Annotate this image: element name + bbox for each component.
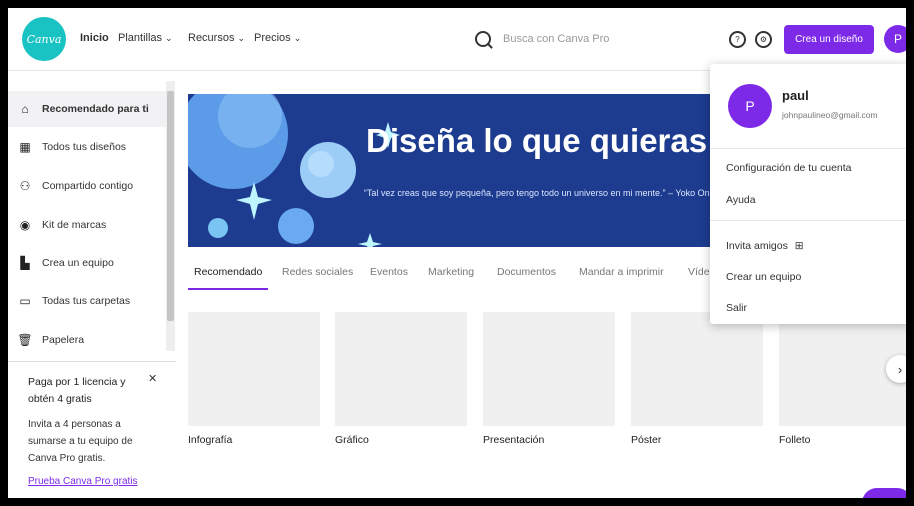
promo-body: Invita a 4 personas a sumarse a tu equip… — [28, 419, 133, 464]
home-icon: ⌂ — [21, 102, 29, 116]
team-icon: ▙ — [20, 256, 30, 270]
promo-title: Paga por 1 licencia y obtén 4 gratis — [28, 376, 126, 405]
gift-icon: ⊞ — [794, 240, 804, 252]
card-label[interactable]: Folleto — [779, 434, 811, 446]
app-window: Canva Inicio Plantillas ⌄ Recursos ⌄ Pre… — [8, 8, 906, 498]
template-card-poster[interactable] — [631, 312, 763, 426]
sidebar-item-label: Crea un equipo — [42, 257, 114, 269]
nav-precios[interactable]: Precios ⌄ — [254, 32, 301, 44]
search-input[interactable] — [501, 32, 695, 46]
sidebar-item-label: Todas tus carpetas — [42, 295, 131, 307]
help-icon[interactable]: ? — [729, 31, 746, 48]
banner-title: Diseña lo que quieras — [366, 122, 708, 159]
divider — [710, 148, 906, 149]
sidebar-scrollbar[interactable] — [166, 81, 175, 351]
card-label[interactable]: Póster — [631, 434, 661, 446]
nav-label: Inicio — [80, 32, 109, 44]
avatar[interactable]: P — [884, 25, 906, 53]
nav-label: Plantillas — [118, 32, 163, 44]
user-email: johnpaulineo@gmail.com — [782, 110, 878, 120]
folder-icon: ▭ — [19, 294, 31, 308]
tab-recomendado[interactable]: Recomendado — [194, 266, 262, 278]
canva-logo[interactable]: Canva — [22, 17, 66, 61]
top-bar: Canva Inicio Plantillas ⌄ Recursos ⌄ Pre… — [8, 8, 906, 71]
sidebar-item-todos-disenos[interactable]: ▦ Todos tus diseños — [8, 129, 166, 165]
template-card-presentacion[interactable] — [483, 312, 615, 426]
tab-marketing[interactable]: Marketing — [428, 266, 474, 278]
chevron-down-icon: ⌄ — [293, 32, 302, 43]
nav-recursos[interactable]: Recursos ⌄ — [188, 32, 245, 44]
create-design-button[interactable]: Crea un diseño — [784, 25, 874, 54]
sidebar-item-carpetas[interactable]: ▭ Todas tus carpetas — [8, 283, 166, 319]
search-bar — [467, 22, 707, 56]
tab-eventos[interactable]: Eventos — [370, 266, 408, 278]
category-tabs: Recomendado Redes sociales Eventos Marke… — [188, 266, 715, 292]
nav-label: Precios — [254, 32, 291, 44]
card-label[interactable]: Gráfico — [335, 434, 369, 446]
tab-mandar-imprimir[interactable]: Mandar a imprimir — [579, 266, 664, 278]
menu-item-ayuda[interactable]: Ayuda — [726, 194, 756, 206]
menu-item-configuracion[interactable]: Configuración de tu cuenta — [726, 162, 852, 174]
brand-kit-icon: ◉ — [19, 218, 31, 232]
menu-item-invita-amigos[interactable]: Invita amigos ⊞ — [726, 240, 804, 252]
chevron-right-icon[interactable]: › — [886, 355, 906, 383]
card-label[interactable]: Infografía — [188, 434, 232, 446]
grid-icon: ▦ — [19, 140, 31, 154]
sidebar-item-crea-equipo[interactable]: ▙ Crea un equipo — [8, 245, 166, 281]
template-card-infografia[interactable] — [188, 312, 320, 426]
active-tab-indicator — [188, 288, 268, 290]
settings-icon[interactable]: ⚙ — [755, 31, 772, 48]
help-fab-button[interactable] — [862, 488, 906, 498]
chevron-down-icon: ⌄ — [165, 32, 173, 43]
sidebar: ⌂ Recomendado para ti ▦ Todos tus diseño… — [8, 71, 176, 498]
sidebar-item-label: Recomendado para ti — [42, 103, 149, 115]
promo-card: Paga por 1 licencia y obtén 4 gratis ✕ I… — [8, 361, 176, 498]
sidebar-item-compartido[interactable]: ⚇ Compartido contigo — [8, 168, 166, 204]
menu-item-label: Invita amigos — [726, 240, 788, 252]
menu-item-crear-equipo[interactable]: Crear un equipo — [726, 271, 801, 283]
banner-quote: “Tal vez creas que soy pequeña, pero ten… — [363, 188, 723, 198]
scrollbar-thumb[interactable] — [167, 91, 174, 321]
sidebar-item-papelera[interactable]: 🗑 Papelera — [8, 322, 166, 358]
card-label[interactable]: Presentación — [483, 434, 544, 446]
user-name: paul — [782, 88, 809, 103]
chevron-down-icon: ⌄ — [237, 32, 246, 43]
menu-item-salir[interactable]: Salir — [726, 302, 747, 314]
account-menu: P paul johnpaulineo@gmail.com Configurac… — [710, 64, 906, 324]
nav-plantillas[interactable]: Plantillas ⌄ — [118, 32, 173, 44]
sidebar-item-label: Compartido contigo — [42, 180, 134, 192]
people-icon: ⚇ — [19, 179, 31, 193]
sidebar-item-kit-marcas[interactable]: ◉ Kit de marcas — [8, 207, 166, 243]
sidebar-item-recomendado[interactable]: ⌂ Recomendado para ti — [8, 91, 166, 127]
promo-link[interactable]: Prueba Canva Pro gratis — [28, 476, 138, 487]
avatar: P — [728, 84, 772, 128]
tab-redes-sociales[interactable]: Redes sociales — [282, 266, 353, 278]
tab-documentos[interactable]: Documentos — [497, 266, 556, 278]
close-icon[interactable]: ✕ — [148, 372, 157, 385]
sidebar-item-label: Kit de marcas — [42, 219, 107, 231]
nav-label: Recursos — [188, 32, 235, 44]
sidebar-item-label: Todos tus diseños — [42, 141, 127, 153]
nav-inicio[interactable]: Inicio — [80, 32, 109, 44]
divider — [710, 220, 906, 221]
trash-icon: 🗑 — [17, 333, 33, 347]
search-icon — [475, 31, 491, 47]
sidebar-item-label: Papelera — [42, 334, 85, 346]
template-card-grafico[interactable] — [335, 312, 467, 426]
